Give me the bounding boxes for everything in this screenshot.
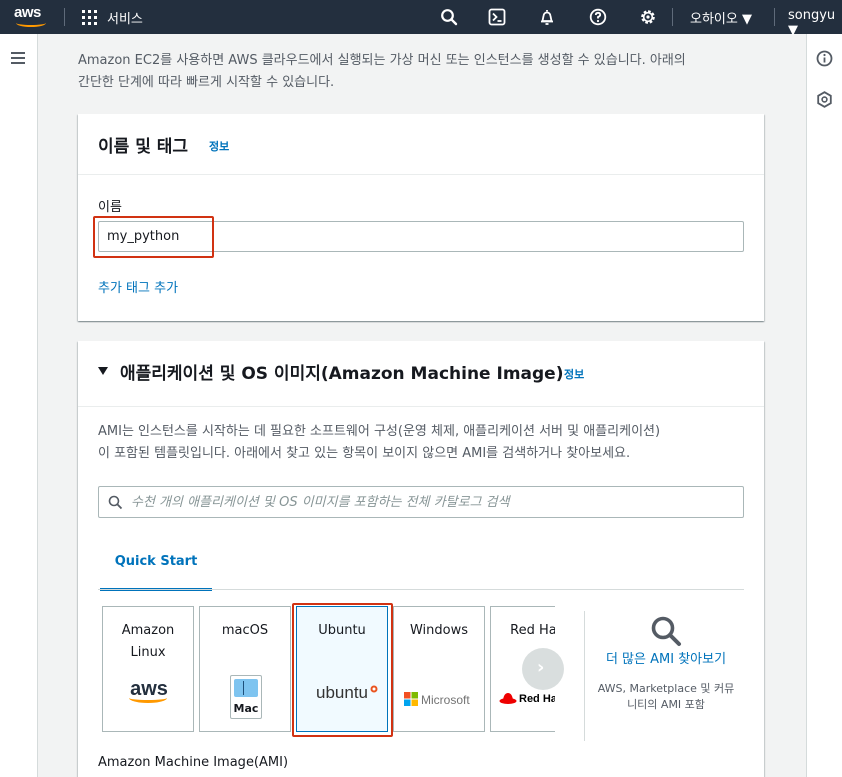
tab-underline-divider [98,589,744,590]
tile-logo-text: Microsoft [421,693,470,707]
red-hat-logo-icon [499,693,517,704]
ami-description: AMI는 인스턴스를 시작하는 데 필요한 소프트웨어 구성(운영 체제, 애플… [98,421,748,465]
services-grid-icon[interactable] [82,10,97,25]
panel-title: 이름 및 태그 [98,137,189,157]
tab-quick-start[interactable]: Quick Start [100,544,212,591]
tile-name: macOS [221,623,269,638]
help-icon[interactable] [589,8,607,26]
browse-more-amis-link[interactable]: 더 많은 AMI 찾아보기 [596,649,736,671]
intro-line: 간단한 단계에 따라 빠르게 시작할 수 있습니다. [78,75,335,90]
aws-logo-icon: aws [127,679,171,711]
next-tiles-button[interactable]: › [522,648,564,690]
cloudshell-icon[interactable] [488,8,506,26]
mac-finder-icon: Mac [230,675,262,719]
ami-tile-macos[interactable]: macOS Mac [199,606,291,732]
browse-more-amis[interactable]: 더 많은 AMI 찾아보기 AWS, Marketplace 및 커뮤니티의 A… [596,615,736,713]
tile-logo-text: Mac [233,702,259,715]
divider [584,611,585,741]
tile-name: Red Hat [510,623,555,638]
notifications-bell-icon[interactable] [538,8,556,26]
name-and-tags-panel: 이름 및 태그 정보 이름 추가 태그 추가 [78,114,764,321]
caret-down-icon[interactable] [97,366,109,376]
hexagon-icon[interactable] [816,91,833,108]
browse-more-amis-subtitle: AWS, Marketplace 및 커뮤니티의 AMI 포함 [597,682,735,711]
search-icon [651,616,681,646]
nav-divider [774,8,775,26]
search-icon [108,495,123,510]
search-icon[interactable] [440,8,458,26]
aws-logo-text: aws [14,4,41,21]
panel-title: 애플리케이션 및 OS 이미지(Amazon Machine Image) [120,364,564,384]
microsoft-logo-icon [404,692,418,706]
description-line: 이 포함된 템플릿입니다. 아래에서 찾고 있는 항목이 보이지 않으면 AMI… [98,446,631,461]
name-field-label: 이름 [98,200,122,215]
panel-header: 이름 및 태그 정보 [78,114,764,175]
page-intro: Amazon EC2를 사용하면 AWS 클라우드에서 실행되는 가상 머신 또… [78,50,768,94]
region-selector[interactable]: 오하이오 ▼ [690,8,752,27]
ami-panel: 애플리케이션 및 OS 이미지(Amazon Machine Image) 정보… [78,341,764,777]
tile-name-line: Amazon [121,623,175,638]
top-navigation: aws 서비스 오하이오 ▼ songyu ▼ [0,0,842,38]
ami-field-label: Amazon Machine Image(AMI) [98,755,289,770]
info-panel-icon[interactable] [816,50,833,67]
info-link[interactable]: 정보 [209,138,229,154]
ami-search-box[interactable] [98,486,744,518]
info-link[interactable]: 정보 [564,366,584,382]
intro-line: Amazon EC2를 사용하면 AWS 클라우드에서 실행되는 가상 머신 또… [78,53,686,68]
settings-gear-icon[interactable] [639,8,657,26]
ami-tile-windows[interactable]: Windows Microsoft [393,606,485,732]
add-tags-link[interactable]: 추가 태그 추가 [98,277,178,296]
menu-hamburger-icon[interactable] [11,52,25,64]
tile-name: Windows [409,623,469,638]
tile-name: Amazon Linux [103,620,193,664]
left-navigation-rail [0,34,38,777]
description-line: AMI는 인스턴스를 시작하는 데 필요한 소프트웨어 구성(운영 체제, 애플… [98,424,661,439]
aws-logo[interactable]: aws [14,4,48,28]
nav-divider [672,8,673,26]
highlight-box [292,603,393,737]
tile-logo-text: Red Hat [519,693,555,705]
ami-tile-amazon-linux[interactable]: Amazon Linux aws [102,606,194,732]
tile-name-line: Linux [130,645,166,660]
right-tools-rail [806,34,842,777]
aws-smile-icon [16,19,46,27]
ami-search-input[interactable] [131,487,731,517]
panel-header: 애플리케이션 및 OS 이미지(Amazon Machine Image) 정보 [78,341,764,407]
chevron-right-icon: › [537,657,545,678]
nav-divider [64,8,65,26]
highlight-box [93,216,214,258]
services-menu[interactable]: 서비스 [107,8,143,27]
